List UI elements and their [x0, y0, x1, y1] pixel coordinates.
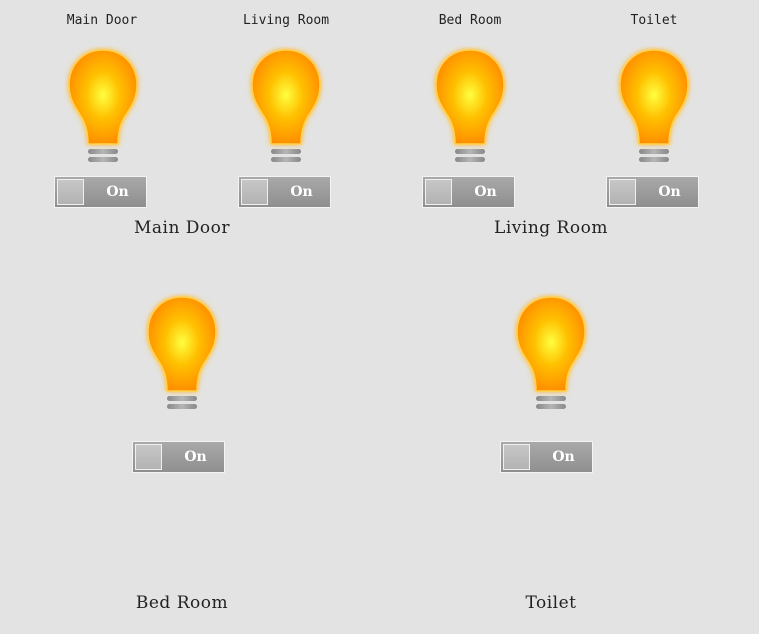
group-label-main-door: Main Door [133, 218, 231, 238]
toggle-knob[interactable] [425, 179, 452, 205]
main-door-toggle[interactable]: On [54, 176, 147, 208]
toggle-state: On [474, 184, 497, 200]
room-label-main-door: Main Door [66, 13, 138, 28]
toggle-state: On [658, 184, 681, 200]
toilet-toggle[interactable]: On [606, 176, 699, 208]
living-room-large-toggle[interactable]: On [500, 441, 593, 473]
toggle-state: On [106, 184, 129, 200]
light-bulb-icon [241, 46, 331, 168]
bed-room-toggle[interactable]: On [422, 176, 515, 208]
toggle-state: On [290, 184, 313, 200]
light-bulb-icon [137, 293, 227, 415]
toggle-state: On [552, 449, 575, 465]
toggle-state: On [184, 449, 207, 465]
room-label-bed-room: Bed Room [438, 13, 502, 28]
room-label-living-room: Living Room [242, 13, 330, 28]
group-label-bed-room: Bed Room [135, 593, 229, 613]
toggle-knob[interactable] [135, 444, 162, 470]
living-room-toggle[interactable]: On [238, 176, 331, 208]
toggle-knob[interactable] [57, 179, 84, 205]
toggle-knob[interactable] [609, 179, 636, 205]
light-bulb-icon [425, 46, 515, 168]
group-label-living-room: Living Room [494, 218, 608, 238]
light-bulb-icon [58, 46, 148, 168]
group-label-toilet: Toilet [525, 593, 577, 613]
main-door-large-toggle[interactable]: On [132, 441, 225, 473]
toggle-knob[interactable] [241, 179, 268, 205]
light-bulb-icon [609, 46, 699, 168]
toggle-knob[interactable] [503, 444, 530, 470]
room-label-toilet: Toilet [630, 13, 678, 28]
light-bulb-icon [506, 293, 596, 415]
